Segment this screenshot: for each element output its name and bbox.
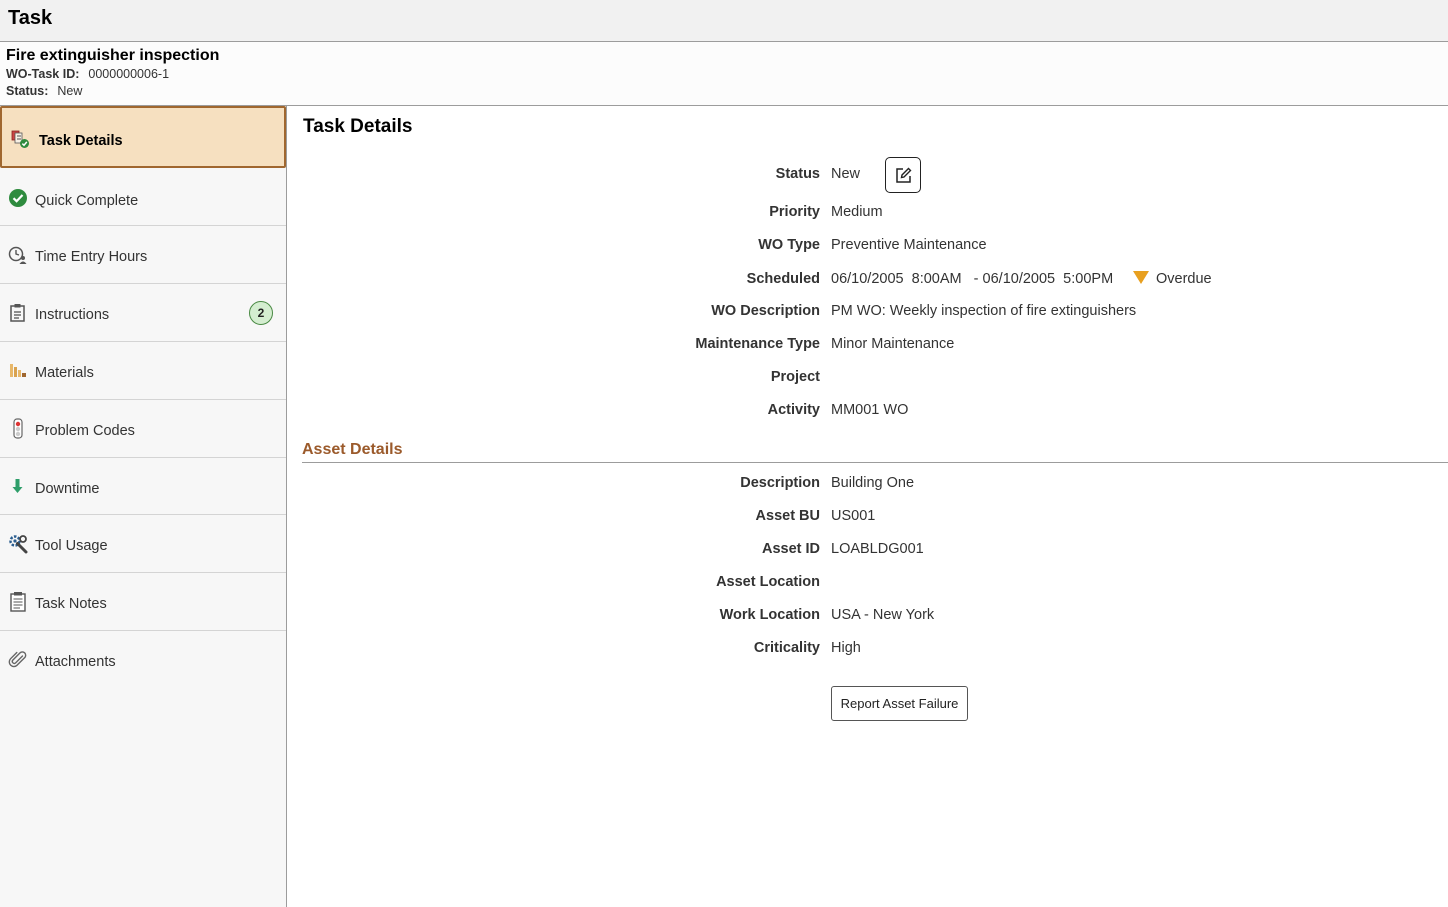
status-row: Status New [287, 166, 1448, 188]
sidebar-item-attachments[interactable]: Attachments [0, 631, 286, 689]
scheduled-value: 06/10/2005 8:00AM - 06/10/2005 5:00PM [831, 271, 1114, 287]
app-title: Task [8, 7, 53, 29]
sidebar: Task Details Quick Complete Time Entry H… [0, 106, 287, 907]
overdue-label: Overdue [1156, 271, 1212, 287]
report-asset-failure-button[interactable]: Report Asset Failure [831, 686, 968, 721]
sidebar-item-time-entry-hours[interactable]: Time Entry Hours [0, 226, 286, 284]
work-location-row: Work Location USA - New York [287, 607, 1448, 629]
sidebar-item-task-details[interactable]: Task Details [0, 106, 286, 168]
maintenance-type-row: Maintenance Type Minor Maintenance [287, 336, 1448, 358]
sidebar-item-instructions[interactable]: Instructions 2 [0, 284, 286, 342]
asset-id-row: Asset ID LOABLDG001 [287, 541, 1448, 563]
page-title: Task Details [303, 116, 413, 137]
field-label: Scheduled [746, 271, 820, 287]
field-label: Project [770, 369, 820, 385]
sidebar-item-tool-usage[interactable]: Tool Usage [0, 515, 286, 573]
sidebar-item-label: Materials [35, 365, 94, 381]
asset-description-value: Building One [831, 475, 915, 491]
sidebar-item-quick-complete[interactable]: Quick Complete [0, 168, 286, 226]
field-label: Priority [769, 204, 820, 220]
wo-task-id-value: 0000000006-1 [88, 67, 170, 81]
task-details-icon [10, 129, 30, 149]
field-label: WO Type [758, 237, 820, 253]
activity-value: MM001 WO [831, 402, 909, 418]
wrench-gear-icon [8, 534, 28, 554]
field-label: Work Location [719, 607, 820, 623]
edit-status-button[interactable] [885, 157, 921, 193]
task-header: Fire extinguisher inspection WO-Task ID:… [0, 42, 1448, 106]
sidebar-item-label: Task Details [39, 133, 123, 149]
field-label: Criticality [753, 640, 820, 656]
sidebar-item-label: Task Notes [35, 596, 107, 612]
clipboard-icon [8, 303, 28, 323]
field-label: Asset BU [755, 508, 820, 524]
field-label: Status [775, 166, 820, 182]
clock-person-icon [8, 245, 28, 265]
instructions-count-badge: 2 [249, 301, 273, 325]
section-divider [302, 462, 1448, 463]
sidebar-item-label: Attachments [35, 654, 116, 670]
field-label: Maintenance Type [695, 336, 820, 352]
sidebar-item-label: Time Entry Hours [35, 249, 148, 265]
status-value: New [57, 84, 83, 98]
field-label: Activity [767, 402, 820, 418]
work-location-value: USA - New York [831, 607, 935, 623]
maintenance-type-value: Minor Maintenance [831, 336, 955, 352]
sidebar-item-label: Tool Usage [35, 538, 108, 554]
asset-id-value: LOABLDG001 [831, 541, 924, 557]
field-label: Asset Location [716, 574, 820, 590]
main-panel: Task Details Status New Priority Medium … [287, 106, 1448, 907]
arrow-down-icon [8, 477, 28, 497]
project-row: Project [287, 369, 1448, 391]
criticality-row: Criticality High [287, 640, 1448, 662]
warning-triangle-icon [1133, 271, 1149, 284]
field-label: WO Description [711, 303, 820, 319]
sidebar-item-label: Quick Complete [35, 193, 139, 209]
check-circle-icon [8, 188, 28, 208]
wo-task-id-label: WO-Task ID: [6, 67, 80, 81]
sidebar-item-label: Downtime [35, 481, 100, 497]
asset-location-row: Asset Location [287, 574, 1448, 596]
status-line: Status: New [6, 84, 82, 98]
activity-row: Activity MM001 WO [287, 402, 1448, 424]
asset-bu-row: Asset BU US001 [287, 508, 1448, 530]
wo-task-id-line: WO-Task ID: 0000000006-1 [6, 67, 169, 81]
paperclip-icon [8, 650, 28, 670]
asset-description-row: Description Building One [287, 475, 1448, 497]
status-label: Status: [6, 84, 49, 98]
materials-icon [8, 361, 28, 381]
sidebar-item-label: Problem Codes [35, 423, 135, 439]
asset-details-heading: Asset Details [302, 441, 403, 458]
overdue-indicator: Overdue [1133, 271, 1212, 287]
scheduled-row: Scheduled 06/10/2005 8:00AM - 06/10/2005… [287, 271, 1448, 293]
wo-description-value: PM WO: Weekly inspection of fire extingu… [831, 303, 1137, 319]
sidebar-item-materials[interactable]: Materials [0, 342, 286, 400]
wo-type-row: WO Type Preventive Maintenance [287, 237, 1448, 259]
traffic-light-icon [8, 418, 28, 439]
asset-bu-value: US001 [831, 508, 876, 524]
priority-row: Priority Medium [287, 204, 1448, 226]
edit-icon [896, 167, 912, 183]
sidebar-item-downtime[interactable]: Downtime [0, 458, 286, 515]
top-bar: Task [0, 0, 1448, 42]
criticality-value: High [831, 640, 861, 656]
field-label: Asset ID [761, 541, 820, 557]
wo-description-row: WO Description PM WO: Weekly inspection … [287, 303, 1448, 325]
sidebar-item-problem-codes[interactable]: Problem Codes [0, 400, 286, 458]
sidebar-item-task-notes[interactable]: Task Notes [0, 573, 286, 631]
wo-type-value: Preventive Maintenance [831, 237, 987, 253]
sidebar-item-label: Instructions [35, 307, 110, 323]
priority-value: Medium [831, 204, 883, 220]
field-label: Description [740, 475, 820, 491]
status-value: New [831, 166, 861, 182]
task-title: Fire extinguisher inspection [6, 47, 220, 64]
notes-icon [8, 591, 28, 612]
